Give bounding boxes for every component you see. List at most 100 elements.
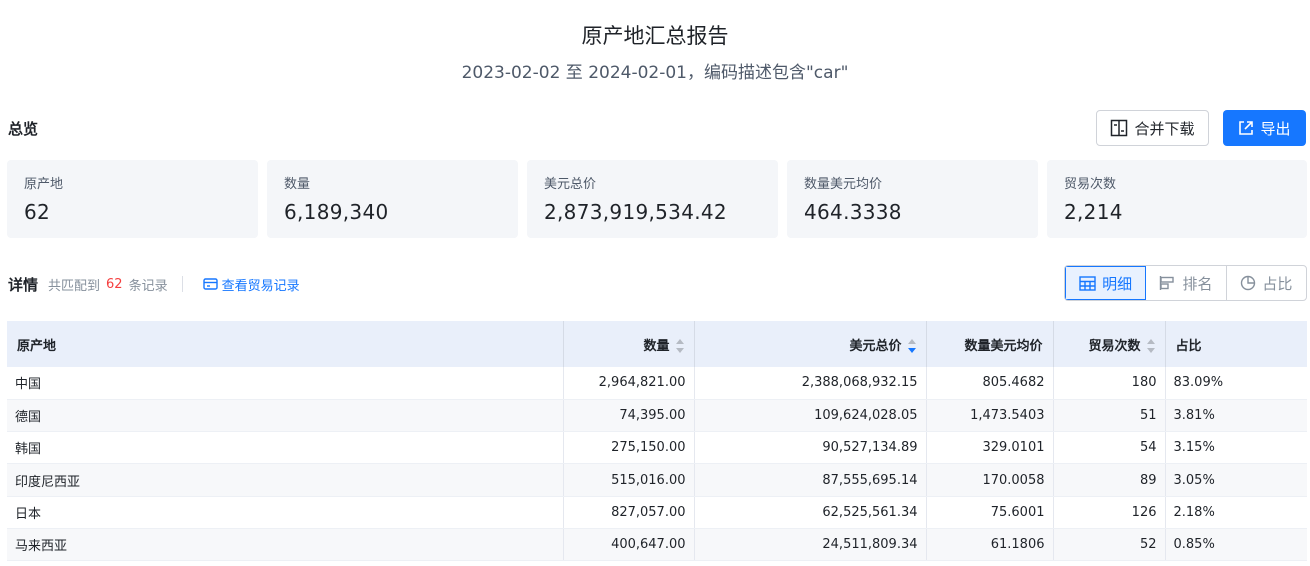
col-trade-count[interactable]: 贸易次数 bbox=[1053, 321, 1166, 367]
table-row: 德国 74,395.00 109,624,028.05 1,473.5403 5… bbox=[7, 399, 1307, 433]
cell-share: 83.09% bbox=[1165, 367, 1307, 400]
view-rank-label: 排名 bbox=[1182, 274, 1213, 293]
export-label: 导出 bbox=[1260, 119, 1291, 138]
matched-count: 62 bbox=[106, 276, 123, 292]
card-usd-total: 美元总价 2,873,919,534.42 bbox=[527, 160, 778, 238]
col-origin: 原产地 bbox=[7, 321, 564, 367]
cell-origin: 德国 bbox=[7, 399, 564, 433]
table-row: 马来西亚 400,647.00 24,511,809.34 61.1806 52… bbox=[7, 528, 1307, 562]
cell-quantity: 2,964,821.00 bbox=[563, 367, 695, 400]
col-share: 占比 bbox=[1165, 321, 1307, 367]
card-value: 2,214 bbox=[1064, 200, 1123, 224]
col-avg-price: 数量美元均价 bbox=[926, 321, 1054, 367]
cell-avg-price: 75.6001 bbox=[926, 496, 1054, 529]
col-avg-price-label: 数量美元均价 bbox=[964, 338, 1043, 354]
export-button[interactable]: 导出 bbox=[1223, 110, 1306, 146]
overview-title: 总览 bbox=[8, 120, 39, 138]
cell-trade-count: 180 bbox=[1053, 367, 1166, 400]
view-detail-label: 明细 bbox=[1102, 274, 1133, 293]
cell-avg-price: 805.4682 bbox=[926, 367, 1054, 400]
cell-usd-total: 62,525,561.34 bbox=[694, 496, 927, 529]
sort-desc-icon[interactable] bbox=[907, 339, 916, 353]
cell-usd-total: 90,527,134.89 bbox=[694, 431, 927, 465]
view-trade-records-label: 查看贸易记录 bbox=[221, 278, 300, 294]
col-origin-label: 原产地 bbox=[17, 338, 57, 354]
divider bbox=[181, 276, 183, 292]
col-usd-total[interactable]: 美元总价 bbox=[694, 321, 927, 367]
col-usd-total-label: 美元总价 bbox=[849, 338, 902, 354]
view-share-button[interactable]: 占比 bbox=[1227, 266, 1306, 300]
cell-trade-count: 54 bbox=[1053, 431, 1166, 465]
view-detail-button[interactable]: 明细 bbox=[1065, 266, 1147, 300]
table-icon bbox=[1079, 275, 1096, 291]
card-origin: 原产地 62 bbox=[7, 160, 258, 238]
col-quantity[interactable]: 数量 bbox=[563, 321, 695, 367]
cell-avg-price: 170.0058 bbox=[926, 463, 1054, 497]
col-trade-count-label: 贸易次数 bbox=[1088, 338, 1141, 354]
cell-avg-price: 61.1806 bbox=[926, 528, 1054, 562]
table-row: 日本 827,057.00 62,525,561.34 75.6001 126 … bbox=[7, 496, 1307, 529]
card-value: 62 bbox=[24, 200, 51, 224]
cell-share: 2.18% bbox=[1165, 496, 1307, 529]
sort-icon[interactable] bbox=[1146, 339, 1155, 353]
bar-rank-icon bbox=[1160, 276, 1175, 290]
record-icon bbox=[202, 278, 218, 290]
cell-origin: 中国 bbox=[7, 367, 564, 400]
cell-origin: 韩国 bbox=[7, 431, 564, 465]
col-share-label: 占比 bbox=[1175, 338, 1202, 354]
external-link-icon bbox=[1239, 121, 1254, 135]
cell-quantity: 827,057.00 bbox=[563, 496, 695, 529]
card-label: 贸易次数 bbox=[1064, 177, 1117, 192]
cell-trade-count: 52 bbox=[1053, 528, 1166, 562]
view-share-label: 占比 bbox=[1262, 274, 1293, 293]
cell-trade-count: 126 bbox=[1053, 496, 1166, 529]
origin-table: 原产地 数量 美元总价 数量美元均价 贸易次数 占比 中国 2,964,821.… bbox=[7, 321, 1307, 562]
cell-usd-total: 109,624,028.05 bbox=[694, 399, 927, 433]
matched-suffix: 条记录 bbox=[128, 278, 168, 294]
cell-share: 3.81% bbox=[1165, 399, 1307, 433]
cell-origin: 印度尼西亚 bbox=[7, 463, 564, 497]
cell-share: 3.05% bbox=[1165, 463, 1307, 497]
card-label: 数量 bbox=[284, 177, 311, 192]
cell-avg-price: 329.0101 bbox=[926, 431, 1054, 465]
card-avg-price: 数量美元均价 464.3338 bbox=[787, 160, 1038, 238]
sort-icon[interactable] bbox=[675, 339, 684, 353]
card-value: 464.3338 bbox=[804, 200, 902, 224]
cell-share: 3.15% bbox=[1165, 431, 1307, 465]
view-switch: 明细 排名 占比 bbox=[1064, 265, 1307, 301]
cell-quantity: 275,150.00 bbox=[563, 431, 695, 465]
cell-origin: 马来西亚 bbox=[7, 528, 564, 562]
cell-quantity: 74,395.00 bbox=[563, 399, 695, 433]
report-subtitle: 2023-02-02 至 2024-02-01，编码描述包含"car" bbox=[461, 63, 849, 83]
cell-origin: 日本 bbox=[7, 496, 564, 529]
table-header-row: 原产地 数量 美元总价 数量美元均价 贸易次数 占比 bbox=[7, 321, 1307, 367]
card-label: 美元总价 bbox=[544, 177, 597, 192]
card-value: 6,189,340 bbox=[284, 200, 389, 224]
table-row: 中国 2,964,821.00 2,388,068,932.15 805.468… bbox=[7, 367, 1307, 400]
cell-avg-price: 1,473.5403 bbox=[926, 399, 1054, 433]
card-trade-count: 贸易次数 2,214 bbox=[1047, 160, 1307, 238]
col-quantity-label: 数量 bbox=[643, 338, 670, 354]
view-trade-records-link[interactable]: 查看贸易记录 bbox=[202, 275, 300, 294]
details-title: 详情 bbox=[8, 275, 39, 294]
cell-usd-total: 24,511,809.34 bbox=[694, 528, 927, 562]
table-row: 韩国 275,150.00 90,527,134.89 329.0101 54 … bbox=[7, 431, 1307, 465]
view-rank-button[interactable]: 排名 bbox=[1146, 266, 1227, 300]
card-quantity: 数量 6,189,340 bbox=[267, 160, 518, 238]
table-row: 印度尼西亚 515,016.00 87,555,695.14 170.0058 … bbox=[7, 463, 1307, 497]
cell-usd-total: 2,388,068,932.15 bbox=[694, 367, 927, 400]
cell-quantity: 515,016.00 bbox=[563, 463, 695, 497]
pie-chart-icon bbox=[1241, 275, 1256, 291]
cell-quantity: 400,647.00 bbox=[563, 528, 695, 562]
report-title: 原产地汇总报告 bbox=[581, 24, 729, 48]
card-label: 原产地 bbox=[24, 177, 64, 192]
details-header: 详情 共匹配到 62 条记录 查看贸易记录 bbox=[8, 272, 300, 296]
matched-prefix: 共匹配到 bbox=[48, 278, 101, 294]
cell-trade-count: 51 bbox=[1053, 399, 1166, 433]
cell-trade-count: 89 bbox=[1053, 463, 1166, 497]
merge-download-label: 合并下载 bbox=[1134, 119, 1195, 138]
card-label: 数量美元均价 bbox=[804, 177, 883, 192]
merge-download-button[interactable]: 合并下载 bbox=[1096, 110, 1209, 146]
card-value: 2,873,919,534.42 bbox=[544, 200, 727, 224]
cell-usd-total: 87,555,695.14 bbox=[694, 463, 927, 497]
